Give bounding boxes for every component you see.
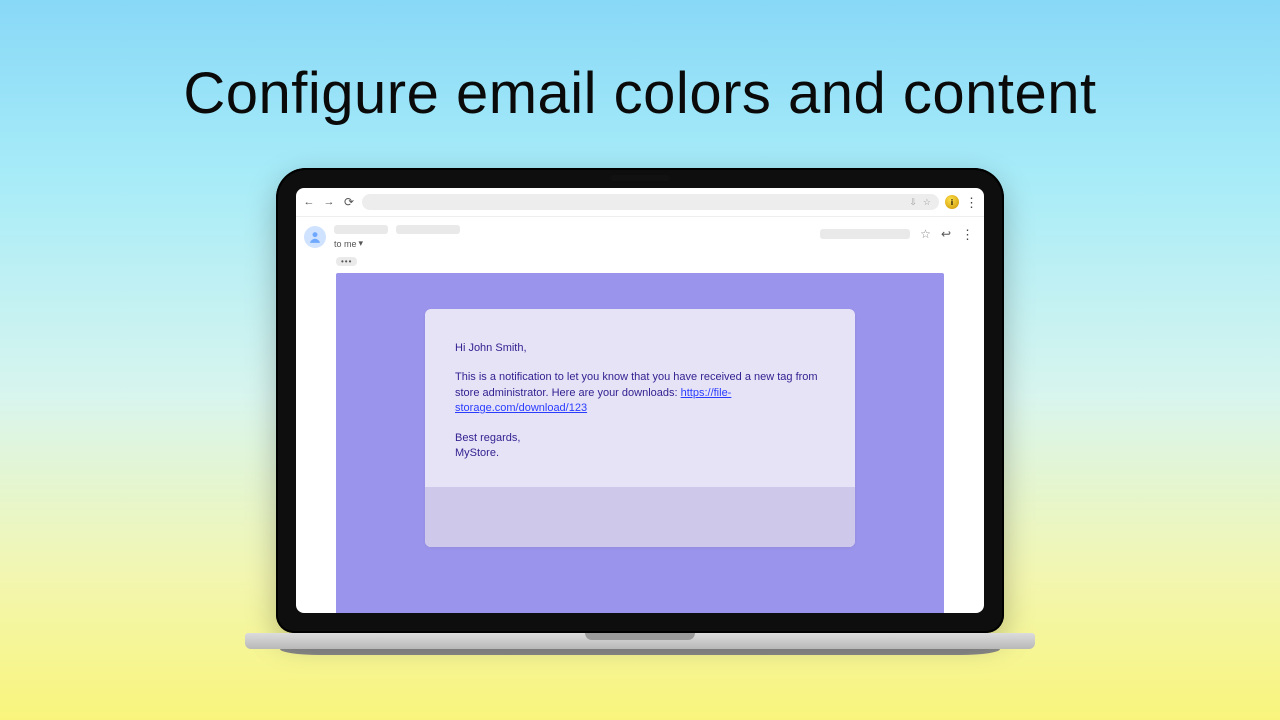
forward-button[interactable]: → bbox=[322, 196, 336, 208]
email-card-footer bbox=[425, 487, 855, 547]
promo-background: Configure email colors and content ← → ⟳… bbox=[0, 0, 1280, 720]
email-greeting: Hi John Smith, bbox=[455, 341, 825, 356]
signoff-line-2: MyStore. bbox=[455, 447, 499, 459]
star-button[interactable]: ☆ bbox=[920, 227, 931, 241]
recipient-line[interactable]: to me ▾ bbox=[334, 238, 460, 249]
address-bar[interactable]: ⇩ ☆ bbox=[362, 194, 939, 210]
reload-button[interactable]: ⟳ bbox=[342, 195, 356, 209]
sender-info: to me ▾ bbox=[334, 225, 460, 249]
bookmark-outline-icon[interactable]: ☆ bbox=[923, 197, 931, 208]
laptop-screen: ← → ⟳ ⇩ ☆ i ⋮ bbox=[296, 188, 984, 613]
email-body: This is a notification to let you know t… bbox=[455, 370, 825, 416]
sender-email-placeholder bbox=[396, 225, 460, 234]
expand-quoted-button[interactable]: ••• bbox=[336, 257, 357, 266]
profile-avatar[interactable]: i bbox=[945, 195, 959, 209]
email-header: to me ▾ ☆ ↩ ⋮ bbox=[296, 217, 984, 251]
sender-avatar[interactable] bbox=[304, 226, 326, 248]
sender-name-placeholder bbox=[334, 225, 388, 234]
browser-menu-button[interactable]: ⋮ bbox=[965, 196, 978, 209]
reply-button[interactable]: ↩ bbox=[941, 227, 951, 241]
email-content-card: Hi John Smith, This is a notification to… bbox=[425, 309, 855, 547]
date-placeholder bbox=[820, 229, 910, 239]
email-content: Hi John Smith, This is a notification to… bbox=[425, 309, 855, 487]
laptop-mockup: ← → ⟳ ⇩ ☆ i ⋮ bbox=[276, 168, 1004, 655]
profile-letter: i bbox=[951, 198, 953, 207]
browser-toolbar: ← → ⟳ ⇩ ☆ i ⋮ bbox=[296, 188, 984, 217]
laptop-base-bottom bbox=[280, 649, 1000, 655]
share-icon[interactable]: ⇩ bbox=[909, 197, 917, 208]
email-signoff: Best regards, MyStore. bbox=[455, 431, 825, 462]
back-button[interactable]: ← bbox=[302, 196, 316, 208]
laptop-camera-notch bbox=[610, 175, 670, 181]
email-body-background: Hi John Smith, This is a notification to… bbox=[336, 273, 944, 613]
signoff-line-1: Best regards, bbox=[455, 432, 520, 444]
person-icon bbox=[308, 230, 322, 244]
email-more-button[interactable]: ⋮ bbox=[961, 228, 974, 241]
laptop-bezel: ← → ⟳ ⇩ ☆ i ⋮ bbox=[276, 168, 1004, 633]
chevron-down-icon: ▾ bbox=[359, 238, 364, 249]
email-header-actions: ☆ ↩ ⋮ bbox=[820, 227, 974, 241]
to-me-label: to me bbox=[334, 239, 357, 249]
page-headline: Configure email colors and content bbox=[0, 60, 1280, 127]
laptop-base-top bbox=[245, 633, 1035, 649]
laptop-hinge-notch bbox=[585, 633, 695, 640]
email-body-text: This is a notification to let you know t… bbox=[455, 371, 818, 398]
